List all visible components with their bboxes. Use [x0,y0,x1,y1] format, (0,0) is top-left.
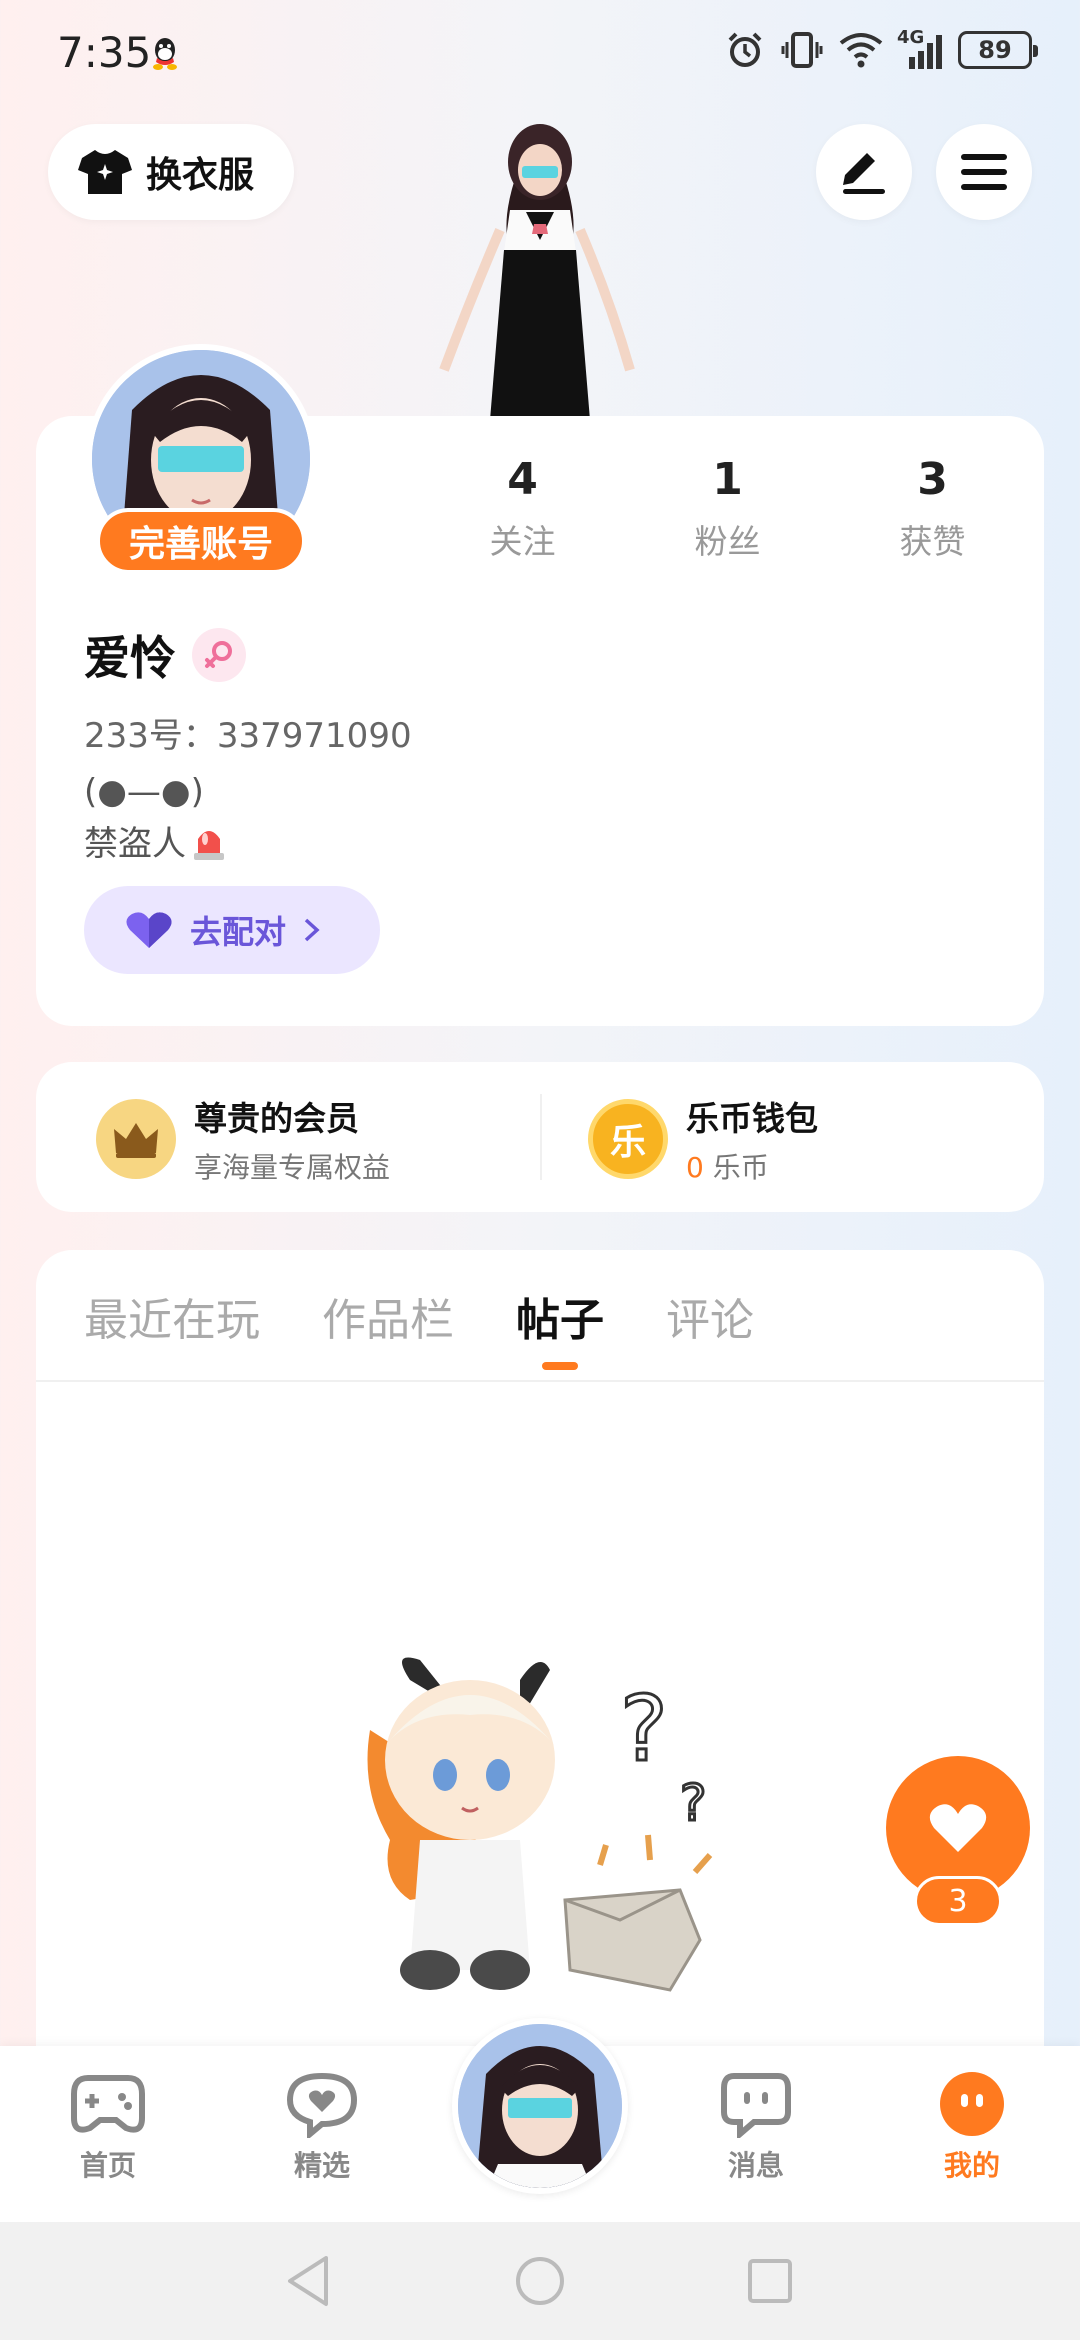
female-gender-icon [192,628,246,682]
nav-label: 消息 [727,2149,784,2182]
wallet-balance: 0 乐币 [686,1146,818,1186]
vip-membership-entry[interactable]: 尊贵的会员 享海量专属权益 [96,1092,390,1186]
gamepad-icon [71,2075,145,2133]
tabs-divider [36,1380,1044,1382]
menu-icon [961,154,1007,190]
pen-icon [843,153,885,194]
go-match-button[interactable]: 去配对 [84,886,380,974]
stat-likes[interactable]: 3 获赞 [830,454,1035,563]
wallet-entry[interactable]: 乐 乐币钱包 0 乐币 [588,1092,818,1186]
stat-value: 1 [712,454,743,505]
wifi-icon [839,33,883,68]
match-label: 去配对 [190,913,287,951]
svg-text:?: ? [680,1774,707,1832]
stat-label: 关注 [489,522,556,561]
battery-icon: 89 [958,31,1038,69]
user-id: 233号：337971090 [84,716,412,756]
nav-label: 我的 [943,2149,1000,2182]
menu-button[interactable] [936,124,1032,220]
stat-label: 粉丝 [694,522,761,561]
tab-recently-played[interactable]: 最近在玩 [84,1284,260,1370]
recents-icon[interactable] [746,2254,794,2308]
stat-followers[interactable]: 1 粉丝 [625,454,830,563]
avatar-image [458,2024,622,2188]
character-avatar-image[interactable] [430,100,650,420]
stat-value: 4 [507,454,538,505]
center-avatar-button[interactable] [452,2018,628,2194]
back-icon[interactable] [286,2254,332,2308]
alarm-icon [728,32,762,67]
system-nav-bar [0,2222,1080,2340]
nav-mine[interactable]: 我的 [902,2070,1042,2184]
wallet-amount: 0 [686,1151,704,1184]
like-count-badge: 3 [914,1876,1002,1926]
name-row: 爱怜 [84,622,246,688]
divider [540,1094,542,1180]
profile-tabs: 最近在玩 作品栏 帖子 评论 [84,1284,754,1370]
signal-icon: 4G [897,27,942,69]
change-clothes-button[interactable]: 换衣服 [48,124,294,220]
heart-chat-icon [286,2072,358,2138]
edit-button[interactable] [816,124,912,220]
home-icon[interactable] [514,2254,566,2308]
bio-line-1: (●—●) [84,772,204,812]
mine-icon [940,2072,1004,2136]
stat-label: 获赞 [899,522,966,561]
status-bar: 7:35 4G 89 [0,0,1080,105]
complete-account-button[interactable]: 完善账号 [96,508,306,574]
wallet-title: 乐币钱包 [686,1099,818,1138]
nav-messages[interactable]: 消息 [686,2070,826,2184]
status-icons: 4G 89 [725,27,1038,70]
qq-icon [153,38,177,70]
vip-subtitle: 享海量专属权益 [194,1151,391,1184]
change-clothes-label: 换衣服 [146,155,255,196]
user-name: 爱怜 [84,631,176,685]
vip-title: 尊贵的会员 [194,1099,359,1138]
tab-posts[interactable]: 帖子 [516,1284,604,1370]
heart-icon [929,1804,987,1852]
wallet-unit: 乐币 [712,1151,769,1184]
network-type: 4G [897,27,925,48]
nav-label: 精选 [293,2149,350,2182]
status-time: 7:35 [57,28,152,77]
nav-home[interactable]: 首页 [38,2070,178,2184]
tab-works[interactable]: 作品栏 [322,1284,454,1370]
tab-comments[interactable]: 评论 [666,1284,754,1370]
siren-icon [194,830,224,860]
empty-state-illustration: ? ? [367,1657,713,1992]
svg-text:?: ? [620,1677,668,1782]
bio-text: 禁盗人 [84,824,186,864]
stat-following[interactable]: 4 关注 [420,454,625,563]
vibrate-icon [781,32,823,68]
crown-icon [96,1099,176,1179]
profile-stats: 4 关注 1 粉丝 3 获赞 [420,454,1040,563]
nav-label: 首页 [79,2149,136,2182]
stat-value: 3 [917,454,948,505]
le-coin-icon: 乐 [588,1099,668,1179]
battery-level: 89 [978,36,1012,64]
message-icon [721,2073,791,2138]
nav-featured[interactable]: 精选 [252,2070,392,2184]
heart-icon [126,912,172,948]
vip-wallet-card: 尊贵的会员 享海量专属权益 乐 乐币钱包 0 乐币 [36,1062,1044,1212]
chevron-right-icon [304,918,320,942]
bio-line-2: 禁盗人 [84,816,228,865]
tshirt-icon [78,150,132,194]
